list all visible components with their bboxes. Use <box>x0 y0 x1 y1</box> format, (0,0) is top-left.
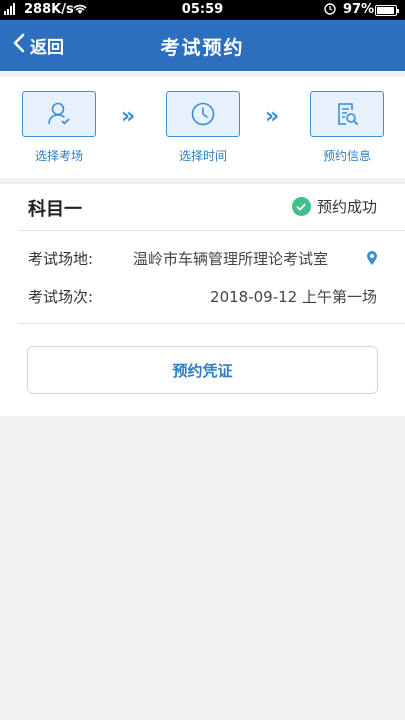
user-check-icon <box>22 91 96 137</box>
session-value: 2018-09-12 上午第一场 <box>210 288 377 306</box>
alarm-icon <box>322 2 338 18</box>
status-bar: 288K/s 05:59 97% <box>0 0 405 20</box>
double-chevron-icon: » <box>121 104 136 129</box>
back-label: 返回 <box>30 38 64 58</box>
location-value[interactable]: 温岭市车辆管理所理论考试室 <box>133 248 328 269</box>
status-badge: 预约成功 <box>291 196 377 217</box>
step-label: 选择时间 <box>178 149 227 163</box>
status-text: 预约成功 <box>316 198 377 216</box>
battery-percentage: 97% <box>343 2 375 17</box>
step-label: 选择考场 <box>34 149 83 163</box>
step-booking-info[interactable]: 预约信息 <box>310 91 384 164</box>
double-chevron-icon: » <box>265 104 280 129</box>
step-select-venue[interactable]: 选择考场 <box>22 91 96 164</box>
session-label: 考试场次: <box>28 288 94 306</box>
subject-title: 科目一 <box>28 199 82 220</box>
progress-steps: 选择考场 » 选择时间 » 预约信息 <box>0 77 405 178</box>
step-select-time[interactable]: 选择时间 <box>166 91 240 164</box>
chevron-left-icon <box>12 32 26 59</box>
location-label: 考试场地: <box>28 250 94 268</box>
clock-icon <box>166 91 240 137</box>
back-button[interactable]: 返回 <box>12 32 64 59</box>
check-circle-icon <box>291 197 311 216</box>
booking-card: 科目一 预约成功 考试场地: 温岭市车辆管理所理论考试室 考试场次: 2018-… <box>0 184 405 416</box>
voucher-button[interactable]: 预约凭证 <box>27 346 378 394</box>
document-search-icon <box>310 91 384 137</box>
divider <box>18 230 405 231</box>
battery-icon <box>375 5 399 16</box>
nav-bar: 返回 考试预约 <box>0 20 405 71</box>
location-pin-icon[interactable] <box>366 250 378 266</box>
step-label: 预约信息 <box>322 149 371 163</box>
divider <box>18 323 405 324</box>
